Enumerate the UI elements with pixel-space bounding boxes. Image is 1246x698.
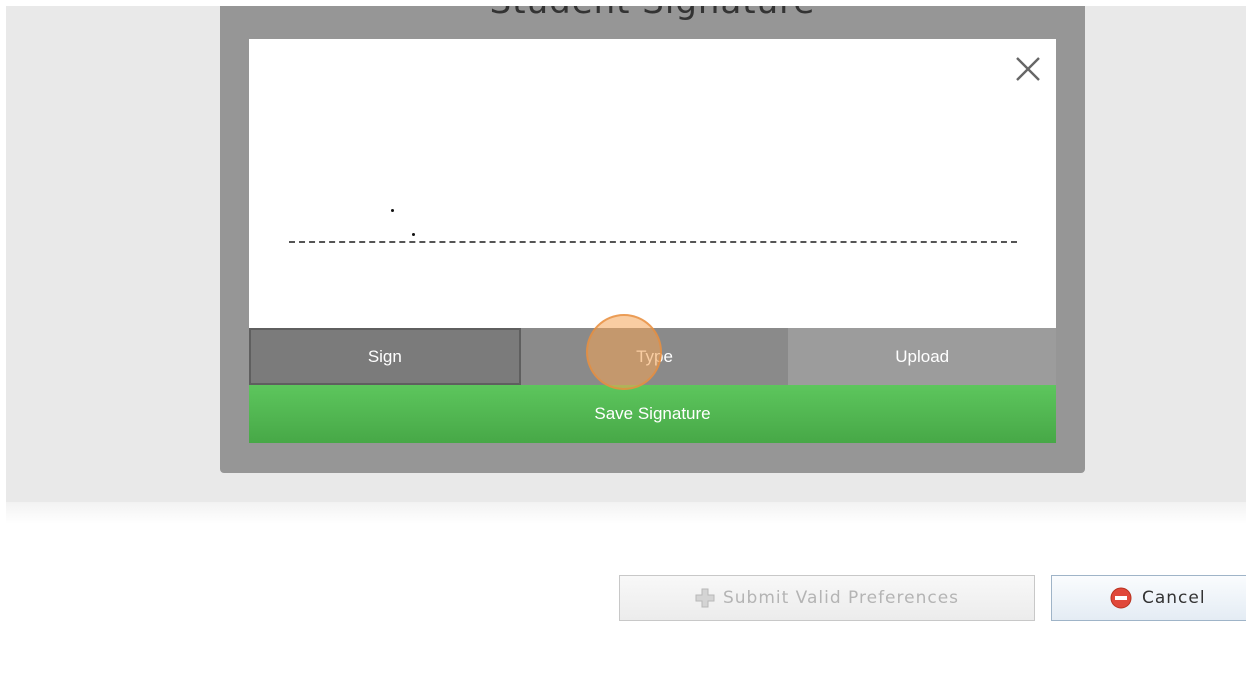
tab-type[interactable]: Type	[520, 328, 789, 385]
signature-mode-tabs: Sign Type Upload	[249, 328, 1057, 385]
tab-upload[interactable]: Upload	[788, 328, 1057, 385]
plus-icon	[695, 588, 715, 608]
backdrop-shadow	[6, 502, 1246, 524]
modal-title: Student Signature	[220, 6, 1085, 22]
stop-icon	[1110, 587, 1132, 609]
signature-canvas[interactable]	[249, 39, 1056, 328]
signature-modal: Student Signature Sign Type Upload Save …	[220, 6, 1085, 473]
signature-stroke	[391, 209, 394, 212]
signature-baseline	[289, 241, 1017, 243]
cancel-button[interactable]: Cancel	[1051, 575, 1246, 621]
save-signature-button[interactable]: Save Signature	[249, 385, 1056, 443]
submit-preferences-button[interactable]: Submit Valid Preferences	[619, 575, 1035, 621]
page: Student Signature Sign Type Upload Save …	[0, 0, 1246, 698]
submit-preferences-label: Submit Valid Preferences	[722, 588, 960, 608]
cancel-label: Cancel	[1142, 588, 1206, 608]
signature-stroke	[412, 233, 415, 236]
close-icon[interactable]	[1014, 55, 1042, 83]
tab-sign[interactable]: Sign	[249, 328, 521, 385]
